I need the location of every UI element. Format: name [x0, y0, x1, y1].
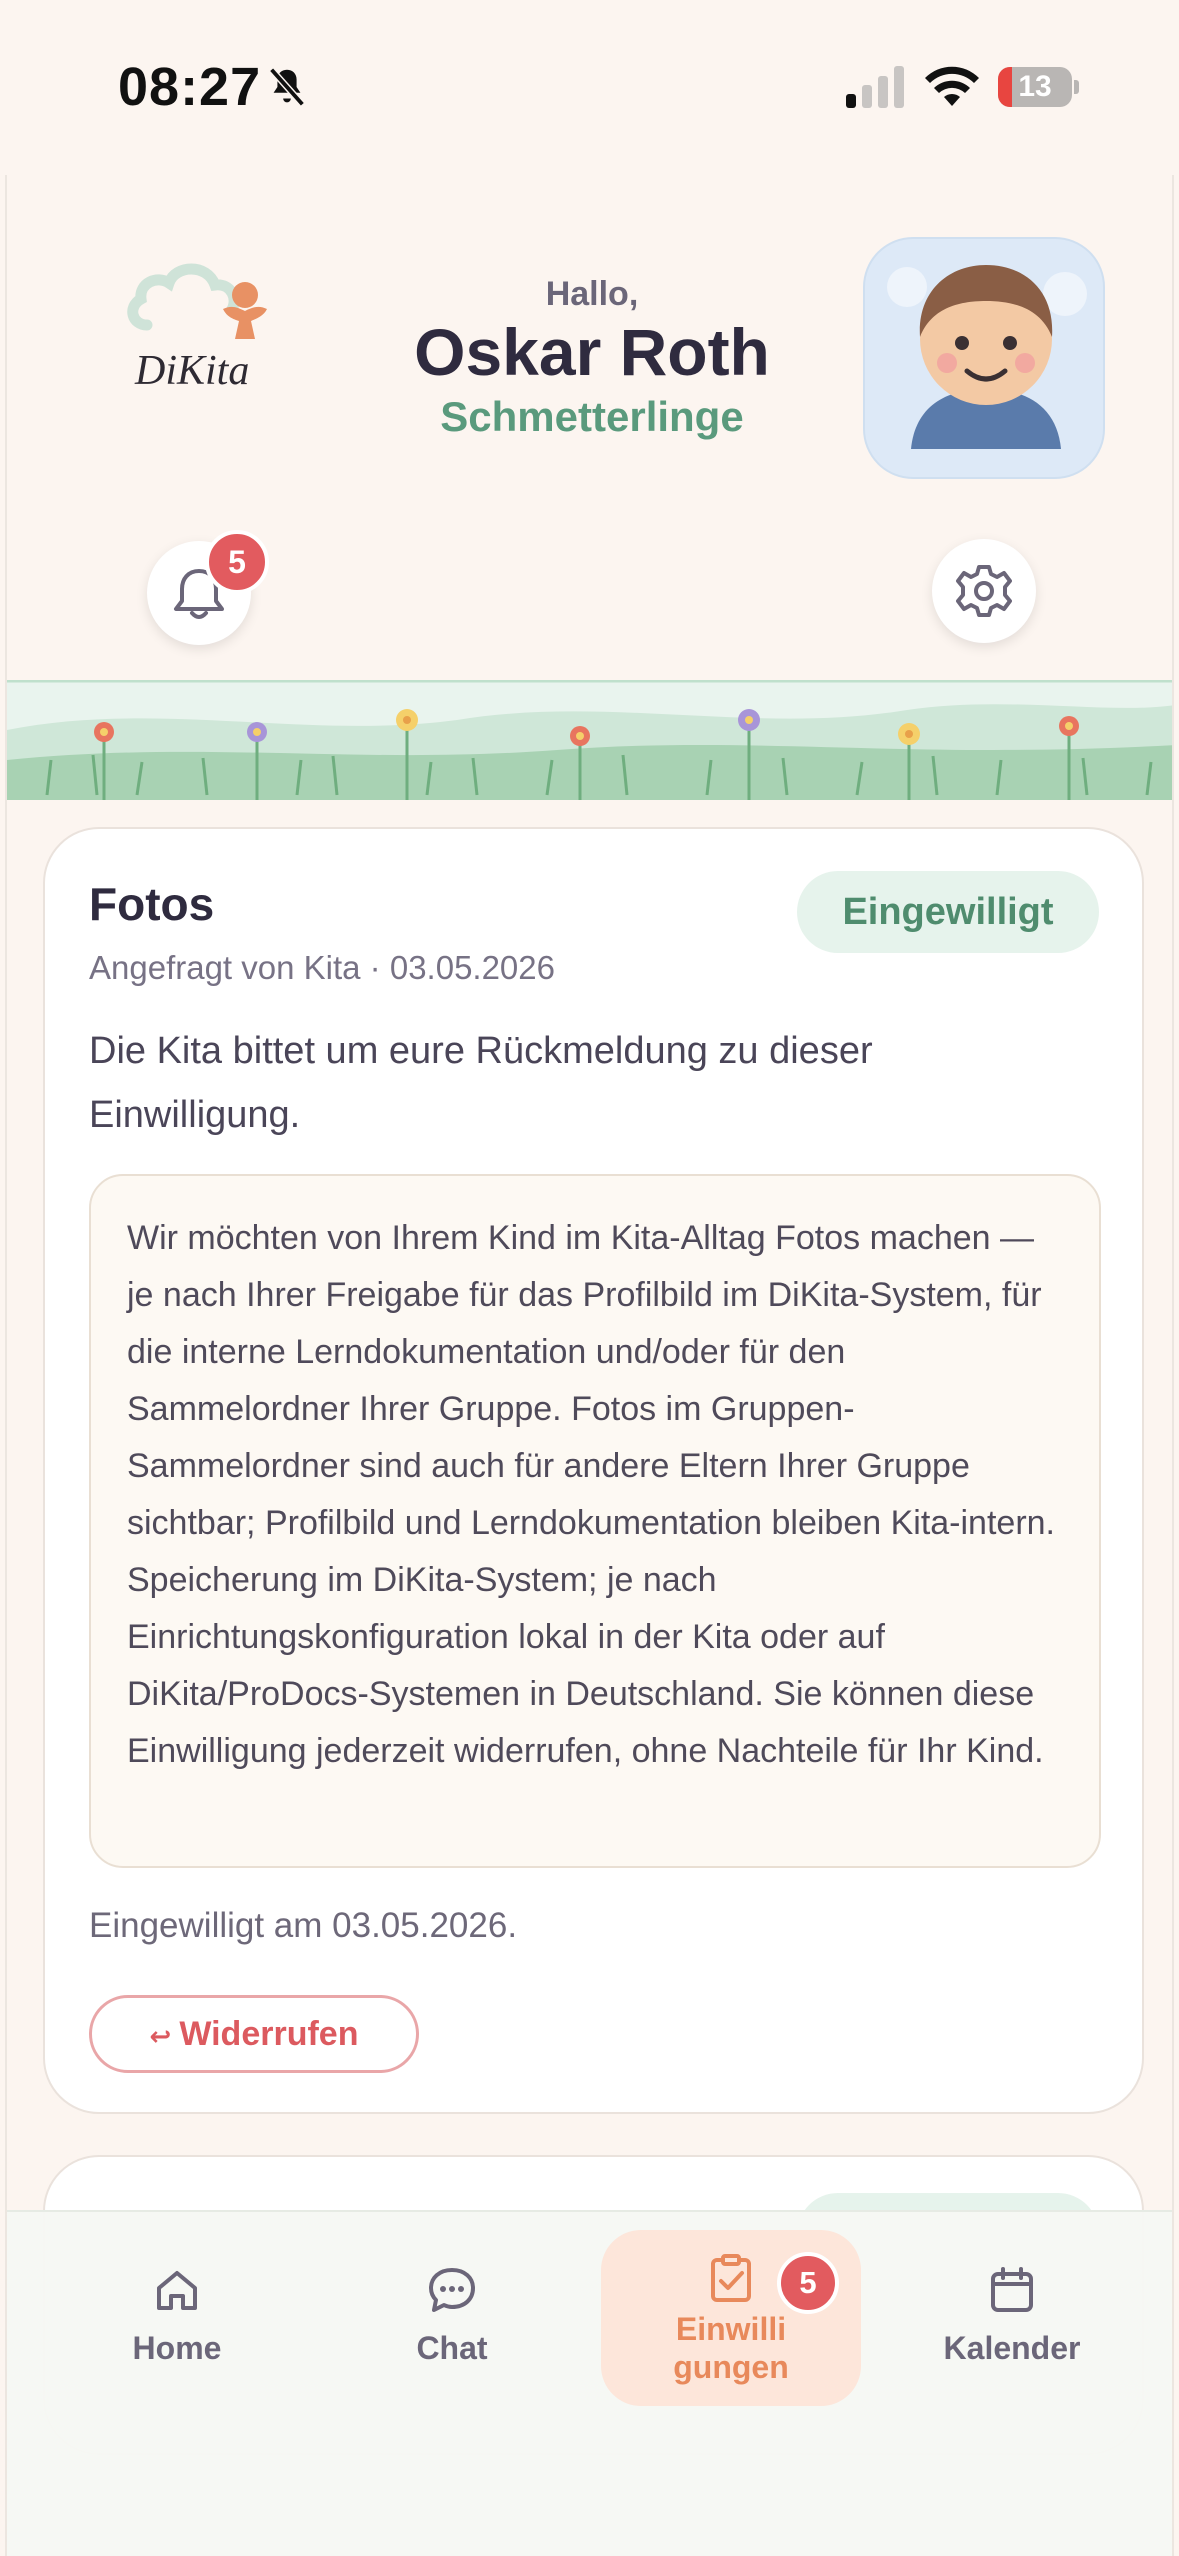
status-time: 08:27 — [118, 57, 262, 117]
logo-text: DiKita — [135, 348, 250, 394]
battery-indicator: 13 — [998, 67, 1079, 107]
child-avatar[interactable] — [863, 237, 1105, 479]
consent-icon — [711, 2254, 751, 2302]
tab-chat-label: Chat — [416, 2330, 488, 2366]
greeting: Hallo, Oskar Roth Schmetterlinge — [307, 275, 877, 441]
consent-status-badge: Eingewilligt — [797, 871, 1099, 953]
chat-icon — [429, 2268, 475, 2312]
consent-text: Wir möchten von Ihrem Kind im Kita-Allta… — [89, 1174, 1101, 1868]
settings-button[interactable] — [932, 539, 1036, 643]
tab-chat[interactable]: Chat — [382, 2262, 522, 2367]
revoke-icon: ↩ — [149, 2021, 172, 2051]
cellular-signal-icon — [846, 66, 904, 108]
tab-einwilligungen-label: Einwilligungen — [673, 2311, 789, 2385]
greeting-hallo: Hallo, — [545, 275, 639, 313]
consented-date: Eingewilligt am 03.05.2026. — [89, 1906, 518, 1945]
notification-badge: 5 — [205, 530, 269, 594]
status-bar: 08:27 13 — [0, 0, 1179, 175]
tab-home[interactable]: Home — [107, 2262, 247, 2367]
bottom-tab-bar: Home Chat Einwilligungen 5 Kalender — [7, 2210, 1172, 2556]
bell-muted-icon — [269, 67, 305, 107]
parent-name: Oskar Roth — [414, 315, 770, 389]
wifi-icon — [925, 66, 979, 106]
consent-card-fotos: Fotos Eingewilligt Angefragt von Kita · … — [43, 827, 1144, 2114]
gear-icon — [956, 565, 1012, 617]
group-name: Schmetterlinge — [440, 393, 744, 441]
home-icon — [157, 2271, 197, 2310]
app-screen: DiKita Hallo, Oskar Roth Schmetterlinge … — [5, 175, 1174, 2556]
calendar-icon — [991, 2267, 1033, 2312]
battery-level: 13 — [1018, 70, 1052, 103]
tab-home-label: Home — [132, 2330, 222, 2366]
revoke-label: Widerrufen — [179, 2015, 359, 2053]
consent-tab-badge: 5 — [777, 2252, 839, 2314]
dikita-logo: DiKita — [127, 255, 297, 405]
child-avatar-icon — [887, 265, 1087, 449]
tab-kalender-label: Kalender — [943, 2330, 1081, 2366]
consent-title: Fotos — [89, 878, 215, 930]
consent-meta: Angefragt von Kita · 03.05.2026 — [89, 949, 555, 986]
consent-intro: Die Kita bittet um eure Rückmeldung zu d… — [89, 1030, 873, 1136]
meadow-illustration — [7, 680, 1172, 800]
tab-kalender[interactable]: Kalender — [927, 2262, 1097, 2367]
revoke-button[interactable]: ↩ Widerrufen — [89, 1995, 419, 2073]
